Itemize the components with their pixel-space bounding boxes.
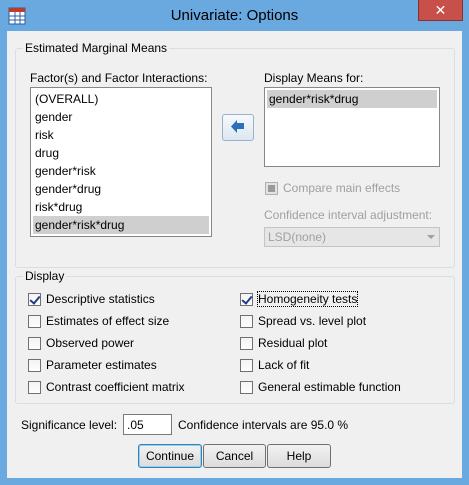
parameter-estimates-label: Parameter estimates — [46, 358, 157, 372]
factor-list-item[interactable]: gender — [33, 108, 209, 126]
ci-adjustment-select[interactable]: LSD(none) — [264, 227, 440, 247]
spread-vs-level-plot-label: Spread vs. level plot — [258, 314, 367, 328]
display-means-list-item[interactable]: gender*risk*drug — [267, 90, 437, 108]
compare-main-effects-checkbox[interactable] — [265, 182, 278, 195]
residual-plot-label: Residual plot — [258, 336, 328, 350]
chevron-down-icon — [427, 235, 435, 239]
close-icon: ✕ — [434, 2, 447, 18]
emm-group-legend: Estimated Marginal Means — [23, 41, 170, 55]
homogeneity-tests-checkbox[interactable] — [240, 293, 253, 306]
estimates-of-effect-size-checkbox[interactable] — [28, 315, 41, 328]
continue-button[interactable]: Continue — [138, 444, 202, 468]
significance-level-input[interactable] — [123, 414, 172, 435]
descriptive-statistics-label: Descriptive statistics — [46, 292, 155, 306]
compare-main-effects-label: Compare main effects — [283, 181, 401, 195]
factor-list-item[interactable]: risk*drug — [33, 198, 209, 216]
factor-list-item[interactable]: risk — [33, 126, 209, 144]
general-estimable-function-label: General estimable function — [258, 380, 401, 394]
homogeneity-tests-label: Homogeneity tests — [256, 291, 359, 307]
factor-list-item[interactable]: gender*risk*drug — [33, 216, 209, 234]
factor-list-item[interactable]: (OVERALL) — [33, 90, 209, 108]
significance-label: Significance level: — [21, 418, 118, 432]
dialog-client-area: Estimated Marginal Means Factor(s) and F… — [7, 31, 462, 478]
display-means-listbox[interactable]: gender*risk*drug — [264, 87, 440, 167]
close-button[interactable]: ✕ — [418, 0, 463, 21]
dialog-window: Univariate: Options ✕ Estimated Marginal… — [0, 0, 469, 485]
contrast-coefficient-matrix-label: Contrast coefficient matrix — [46, 380, 185, 394]
factor-list-item[interactable]: gender*risk — [33, 162, 209, 180]
cancel-button[interactable]: Cancel — [203, 444, 266, 468]
lack-of-fit-checkbox[interactable] — [240, 359, 253, 372]
move-right-arrow-icon — [231, 120, 244, 133]
ci-adjustment-value: LSD(none) — [268, 230, 327, 244]
factor-list-item[interactable]: gender*drug — [33, 180, 209, 198]
contrast-coefficient-matrix-checkbox[interactable] — [28, 381, 41, 394]
display-group-legend: Display — [23, 269, 67, 283]
estimates-of-effect-size-label: Estimates of effect size — [46, 314, 170, 328]
spread-vs-level-plot-checkbox[interactable] — [240, 315, 253, 328]
move-to-display-means-button[interactable] — [222, 114, 254, 141]
descriptive-statistics-checkbox[interactable] — [28, 293, 41, 306]
parameter-estimates-checkbox[interactable] — [28, 359, 41, 372]
observed-power-label: Observed power — [46, 336, 135, 350]
ci-text: Confidence intervals are 95.0 % — [178, 418, 349, 432]
factors-listbox[interactable]: (OVERALL) gender risk drug gender*risk gender… — [30, 87, 212, 237]
general-estimable-function-checkbox[interactable] — [240, 381, 253, 394]
help-button[interactable]: Help — [267, 444, 331, 468]
observed-power-checkbox[interactable] — [28, 337, 41, 350]
ci-adjustment-label: Confidence interval adjustment: — [264, 208, 433, 222]
display-means-label: Display Means for: — [264, 71, 364, 85]
lack-of-fit-label: Lack of fit — [258, 358, 310, 372]
factors-label: Factor(s) and Factor Interactions: — [30, 71, 208, 85]
title-bar[interactable]: Univariate: Options ✕ — [0, 0, 469, 32]
factor-list-item[interactable]: drug — [33, 144, 209, 162]
window-title: Univariate: Options — [170, 7, 299, 24]
residual-plot-checkbox[interactable] — [240, 337, 253, 350]
